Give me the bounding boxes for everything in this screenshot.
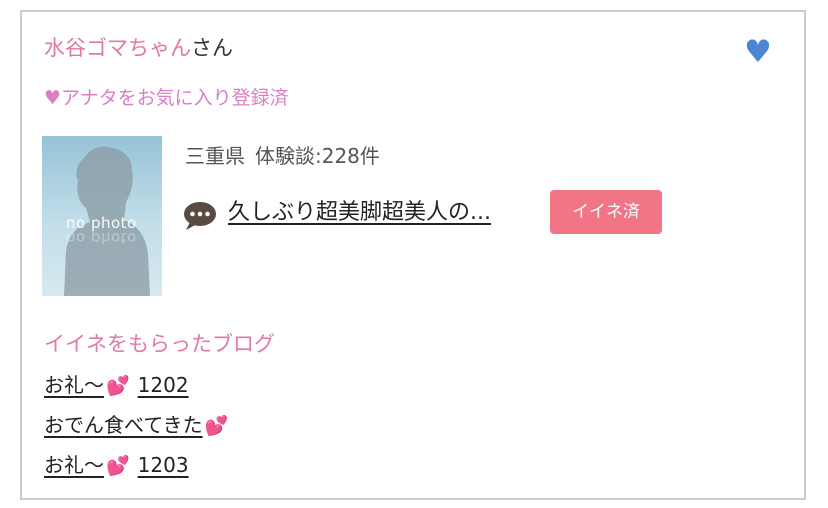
liked-blogs-list: お礼～ 💕 1202 おでん食べてきた 💕 お礼～ 💕 1203	[44, 370, 230, 490]
two-hearts-icon: 💕	[106, 375, 130, 397]
review-count-label: 体験談:228件	[255, 144, 380, 168]
blog-number: 1202	[137, 373, 189, 397]
blog-number: 1203	[137, 453, 189, 477]
liked-blogs-heading: イイネをもらったブログ	[44, 332, 275, 356]
two-hearts-icon: 💕	[204, 415, 229, 437]
list-item: おでん食べてきた 💕	[44, 410, 230, 450]
heart-icon[interactable]: ♥	[744, 32, 772, 72]
blog-link[interactable]: おでん食べてきた 💕	[44, 413, 230, 437]
blog-title: お礼～	[44, 373, 104, 397]
profile-photo[interactable]: no photo no photo	[42, 136, 162, 296]
two-hearts-icon: 💕	[106, 455, 130, 477]
blog-title: お礼～	[44, 453, 104, 477]
user-card: 水谷ゴマちゃんさん ♥ ♥アナタをお気に入り登録済 no photo no ph…	[20, 10, 806, 500]
blog-link[interactable]: お礼～ 💕 1203	[44, 453, 189, 477]
user-name-suffix: さん	[191, 36, 233, 60]
blog-link[interactable]: お礼～ 💕 1202	[44, 373, 189, 397]
review-title-link[interactable]: 久しぶり超美脚超美人の...	[228, 198, 491, 228]
blog-title: おでん食べてきた	[44, 413, 203, 437]
user-name-link[interactable]: 水谷ゴマちゃん	[44, 36, 191, 60]
prefecture-label: 三重県	[185, 144, 245, 168]
list-item: お礼～ 💕 1203	[44, 450, 230, 490]
profile-meta: 三重県 体験談:228件	[185, 142, 380, 170]
liked-badge: イイネ済	[550, 190, 662, 234]
favorite-status-label: ♥アナタをお気に入り登録済	[44, 87, 289, 109]
user-name-line: 水谷ゴマちゃんさん	[44, 34, 233, 62]
list-item: お礼～ 💕 1202	[44, 370, 230, 410]
no-photo-reflection: no photo	[66, 229, 137, 247]
speech-bubble-icon	[184, 202, 216, 230]
